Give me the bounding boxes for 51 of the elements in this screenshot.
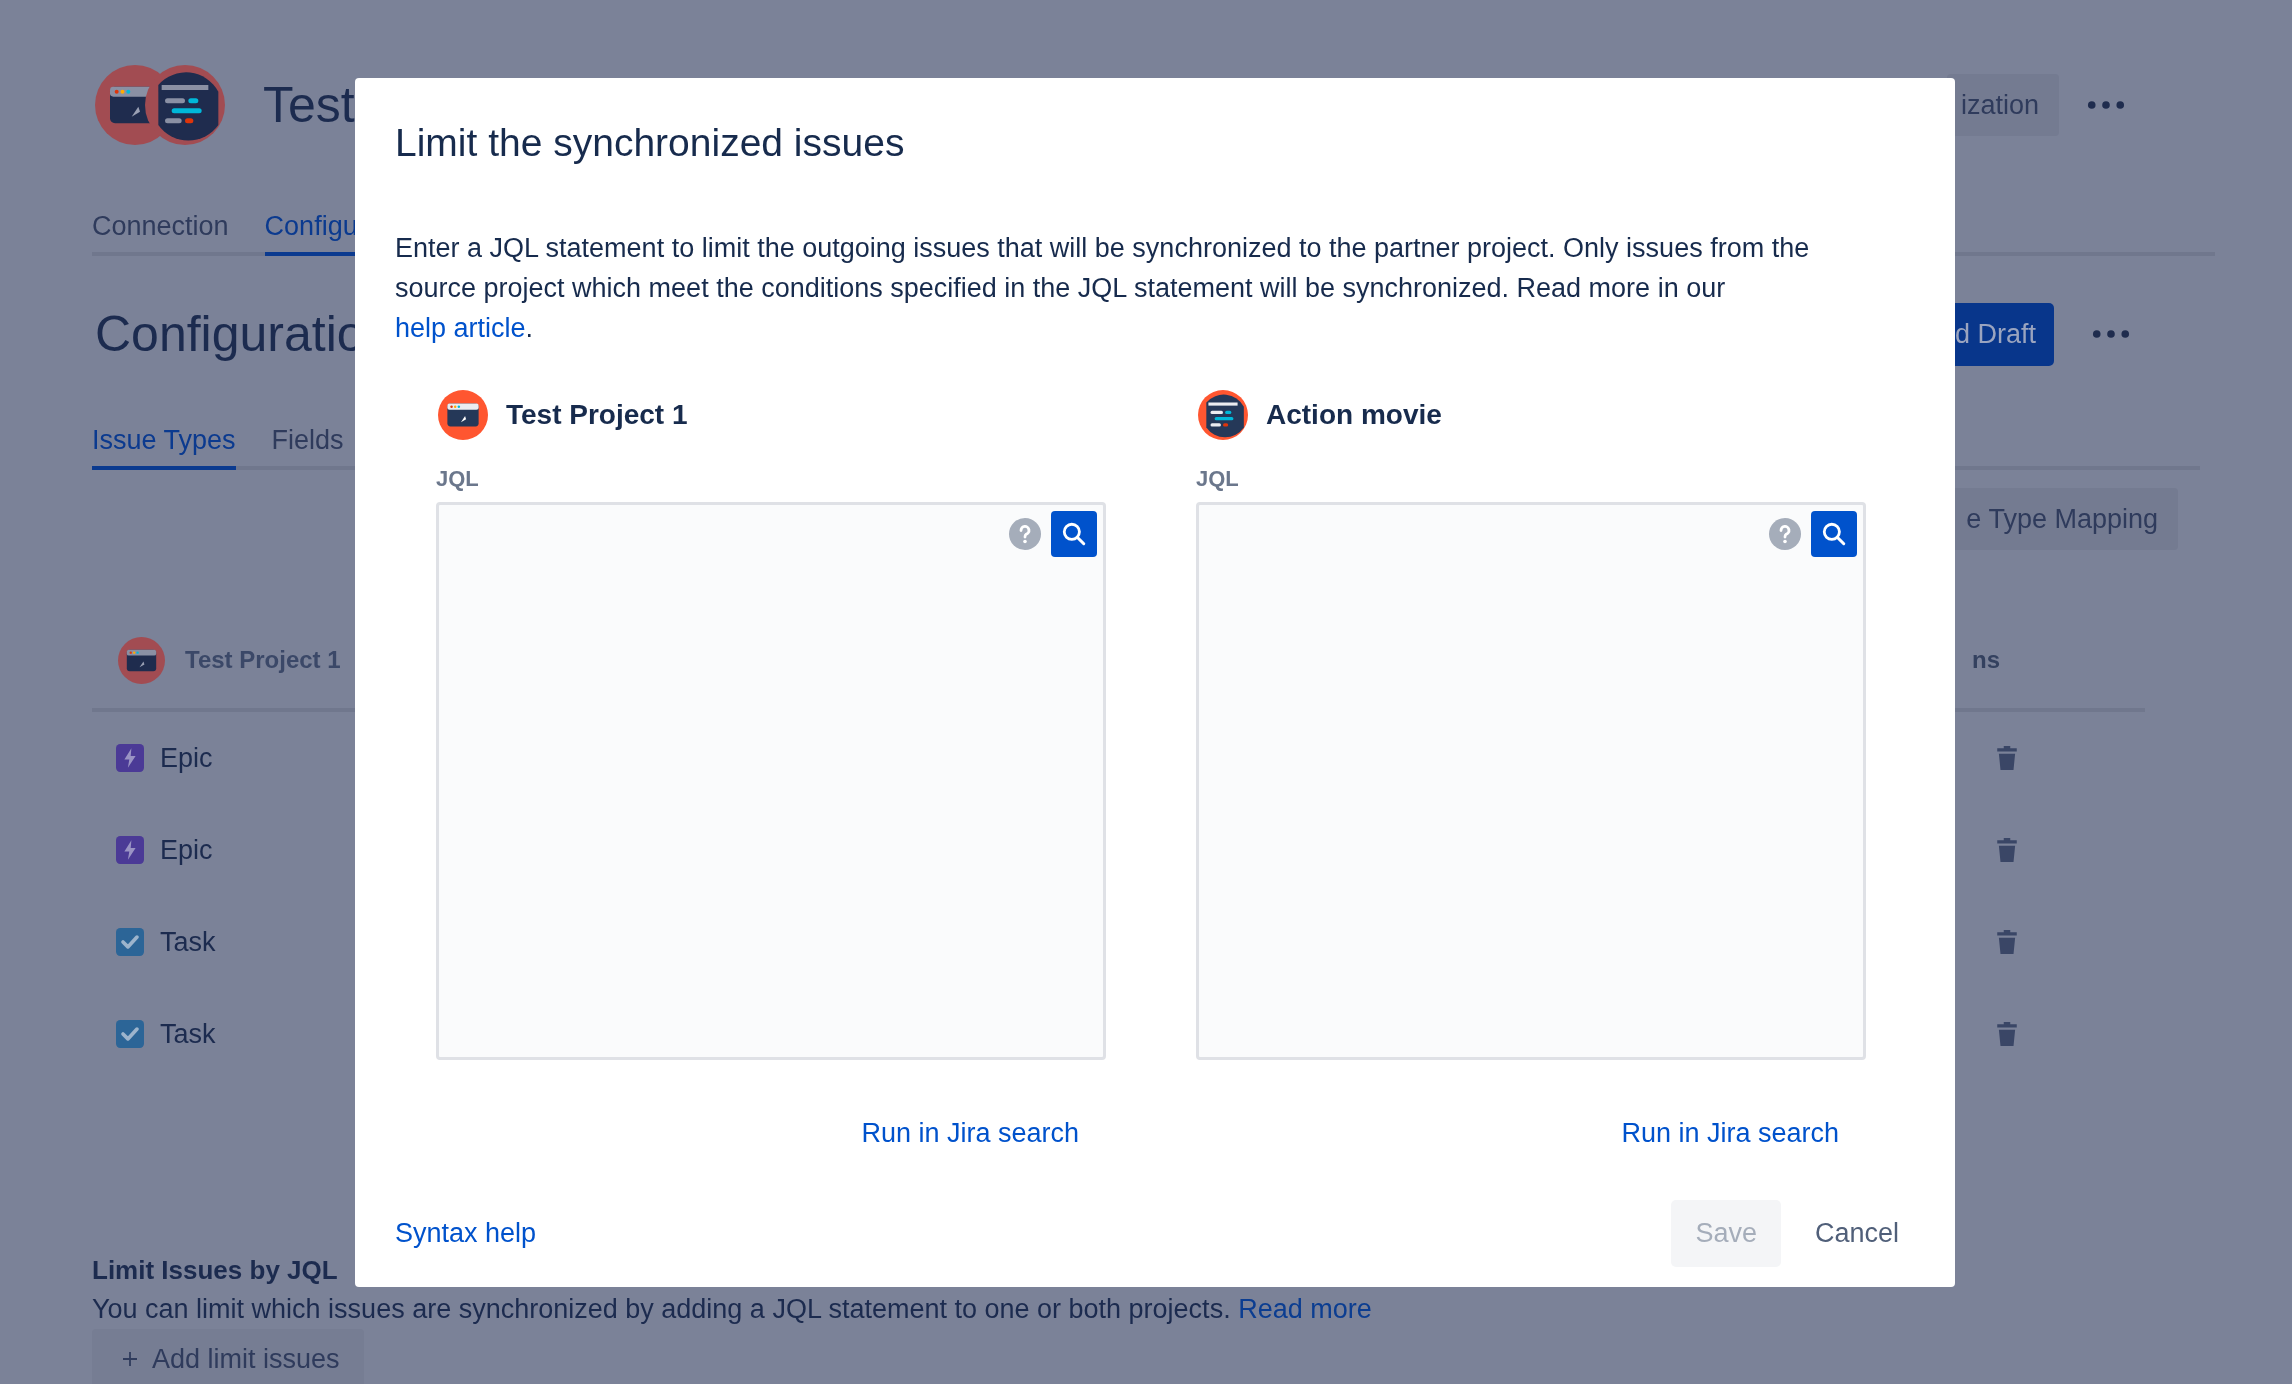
dialog-title: Limit the synchronized issues [395, 120, 906, 166]
epic-icon [116, 836, 144, 864]
project-avatar-icon [118, 636, 165, 684]
column-header: ns [1972, 646, 2000, 674]
project-title: Test [263, 76, 355, 134]
nav-tab[interactable]: Connection [92, 211, 229, 256]
help-icon[interactable] [1009, 518, 1041, 550]
limit-description: You can limit which issues are synchronized by adding a JQL statement to one or both projects. Read more [92, 1294, 1372, 1325]
section-tab[interactable]: Issue Types [92, 425, 236, 470]
help-link[interactable]: help article [395, 313, 526, 343]
more-icon[interactable] [2092, 329, 2130, 339]
task-icon [116, 1020, 144, 1048]
search-icon [1821, 521, 1847, 547]
trash-icon[interactable] [1996, 745, 2018, 771]
run-search-link[interactable]: Run in Jira search [861, 1118, 1079, 1149]
jql-input-field[interactable] [436, 502, 1106, 1060]
trash-icon[interactable] [1996, 837, 2018, 863]
cancel-button[interactable]: Cancel [1802, 1200, 1911, 1267]
epic-icon [116, 744, 144, 772]
search-icon [1061, 521, 1087, 547]
project-avatar-icon [1198, 390, 1248, 440]
help-icon[interactable] [1769, 518, 1801, 550]
project-avatar-icon [438, 390, 488, 440]
syntax-help-link[interactable]: Syntax help [395, 1218, 537, 1249]
section-title: Limit Issues by JQL [92, 1255, 338, 1286]
issue-type-label: Epic [160, 834, 213, 866]
read-more-link[interactable]: Read more [1238, 1294, 1372, 1324]
column-header: Test Project 1 [185, 646, 341, 674]
project-name: Test Project 1 [506, 399, 688, 431]
project-name: Action movie [1266, 399, 1442, 431]
task-icon [116, 928, 144, 956]
section-tab[interactable]: Fields [271, 425, 344, 470]
issue-type-label: Task [160, 926, 216, 958]
issue-type-label: Task [160, 1018, 216, 1050]
project-avatar-icon [145, 65, 225, 145]
field-label: JQL [436, 465, 480, 493]
mapping-button[interactable]: e Type Mapping [1952, 488, 2178, 550]
run-search-link[interactable]: Run in Jira search [1621, 1118, 1839, 1149]
page-heading: Configuratio [95, 305, 365, 363]
dialog-description: Enter a JQL statement to limit the outgoing issues that will be synchronized to the partner project. Only issues from the source project which meet the conditions specified in the JQL statement will be synchronized. Read more in our help article. [395, 232, 1811, 345]
field-label: JQL [1196, 465, 1240, 493]
jql-input-field[interactable] [1196, 502, 1866, 1060]
add-limit-button[interactable]: Add limit issues [92, 1329, 364, 1384]
issue-type-label: Epic [160, 742, 213, 774]
search-button[interactable] [1811, 511, 1857, 557]
plus-icon [122, 1351, 138, 1367]
trash-icon[interactable] [1996, 1021, 2018, 1047]
more-icon[interactable] [2087, 100, 2125, 110]
trash-icon[interactable] [1996, 929, 2018, 955]
header-button[interactable]: ization [1946, 74, 2059, 136]
search-button[interactable] [1051, 511, 1097, 557]
